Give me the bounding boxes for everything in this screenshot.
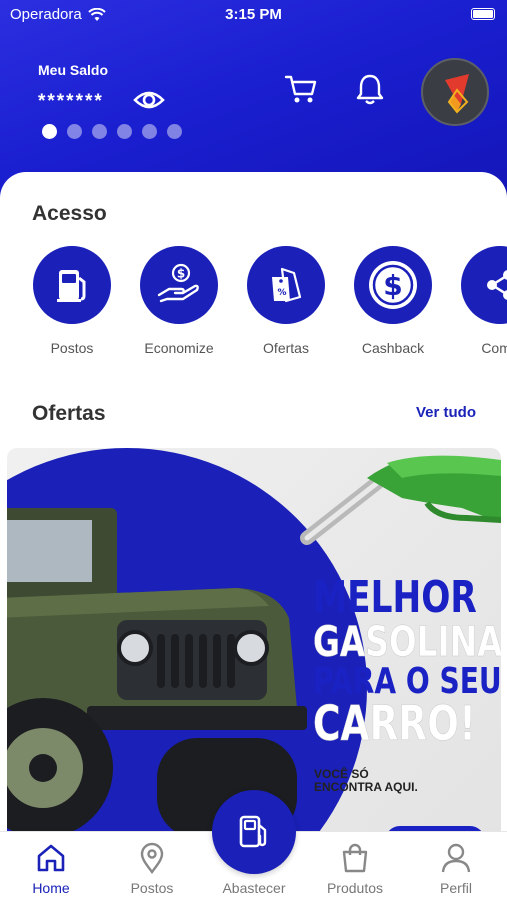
tab-label: Perfil <box>440 880 472 896</box>
svg-text:%: % <box>277 288 286 298</box>
banner-line-3: PARA O SEU <box>313 660 501 702</box>
acesso-title: Acesso <box>32 202 107 225</box>
carousel-dot[interactable] <box>117 124 132 139</box>
brand-logo-icon <box>445 74 469 114</box>
carousel-dot[interactable] <box>42 124 57 139</box>
offer-banner[interactable]: MELHOR GASOLINA PARA O SEU CARRO! VOCÊ S… <box>7 448 501 848</box>
avatar[interactable] <box>421 58 489 126</box>
acesso-item-postos[interactable]: Postos <box>17 246 127 356</box>
fuel-pump-icon <box>239 815 267 848</box>
acesso-item-comp[interactable]: Comp <box>445 246 507 356</box>
banner-line-1: MELHOR <box>313 572 477 623</box>
balance-value: ******* <box>38 91 104 112</box>
acesso-circle[interactable]: $ <box>354 246 432 324</box>
acesso-item-label: Postos <box>50 340 94 356</box>
banner-line-2: GASOLINA <box>313 616 501 666</box>
tab-produtos[interactable]: Produtos <box>310 842 400 896</box>
tab-home[interactable]: Home <box>6 842 96 896</box>
user-icon <box>441 843 471 873</box>
tab-label: Home <box>32 880 70 896</box>
acesso-circle[interactable]: % <box>247 246 325 324</box>
gas-pump-icon <box>57 270 86 302</box>
acesso-item-label: Economize <box>144 340 214 356</box>
tab-label: Postos <box>130 880 174 896</box>
carousel-dot[interactable] <box>67 124 82 139</box>
abastecer-button[interactable] <box>212 790 296 874</box>
acesso-circle[interactable] <box>461 246 507 324</box>
acesso-item-label: Cashback <box>361 340 425 356</box>
balance-label: Meu Saldo <box>38 62 109 78</box>
see-all-link[interactable]: Ver tudo <box>416 404 476 421</box>
carousel-dots <box>42 124 182 139</box>
cart-icon[interactable] <box>284 72 318 106</box>
shopping-bag-icon <box>342 843 368 873</box>
tab-perfil[interactable]: Perfil <box>411 842 501 896</box>
acesso-circle[interactable] <box>33 246 111 324</box>
battery-icon <box>471 8 495 20</box>
carousel-dot[interactable] <box>92 124 107 139</box>
acesso-item-cashback[interactable]: $ Cashback <box>338 246 448 356</box>
acesso-item-economize[interactable]: $ Economize <box>124 246 234 356</box>
carousel-dot[interactable] <box>167 124 182 139</box>
acesso-item-ofertas[interactable]: % Ofertas <box>231 246 341 356</box>
fuel-nozzle-icon <box>300 455 501 545</box>
status-bar: Operadora 3:15 PM <box>0 0 507 30</box>
acesso-item-label: Comp <box>481 340 507 356</box>
tab-postos[interactable]: Postos <box>107 842 197 896</box>
hand-coin-icon: $ <box>157 263 199 303</box>
tab-abastecer-label: Abastecer <box>222 880 286 896</box>
banner-subtitle: VOCÊ SÓ ENCONTRA AQUI. <box>314 767 418 795</box>
dollar-coin-icon: $ <box>369 261 417 309</box>
header: Operadora 3:15 PM Meu Saldo ******* <box>0 0 507 200</box>
svg-text:$: $ <box>383 269 402 302</box>
eye-icon[interactable] <box>133 86 165 114</box>
status-time: 3:15 PM <box>225 6 282 23</box>
ofertas-title: Ofertas <box>32 402 106 425</box>
acesso-item-label: Ofertas <box>263 340 309 356</box>
share-icon <box>487 270 507 300</box>
acesso-carousel[interactable]: Postos $ Economize % Ofertas $ Cashback … <box>0 246 507 366</box>
carousel-dot[interactable] <box>142 124 157 139</box>
main-content: Acesso Postos $ Economize % Ofertas $ Ca… <box>0 172 507 872</box>
location-pin-icon <box>140 842 164 874</box>
banner-line-4: CARRO! <box>313 696 477 753</box>
acesso-circle[interactable]: $ <box>140 246 218 324</box>
home-icon <box>37 844 65 872</box>
bell-icon[interactable] <box>354 72 386 106</box>
svg-text:$: $ <box>177 267 185 281</box>
price-tag-icon: % <box>272 267 302 303</box>
tab-label: Produtos <box>326 880 384 896</box>
banner-headline: MELHOR GASOLINA PARA O SEU CARRO! <box>313 572 501 753</box>
